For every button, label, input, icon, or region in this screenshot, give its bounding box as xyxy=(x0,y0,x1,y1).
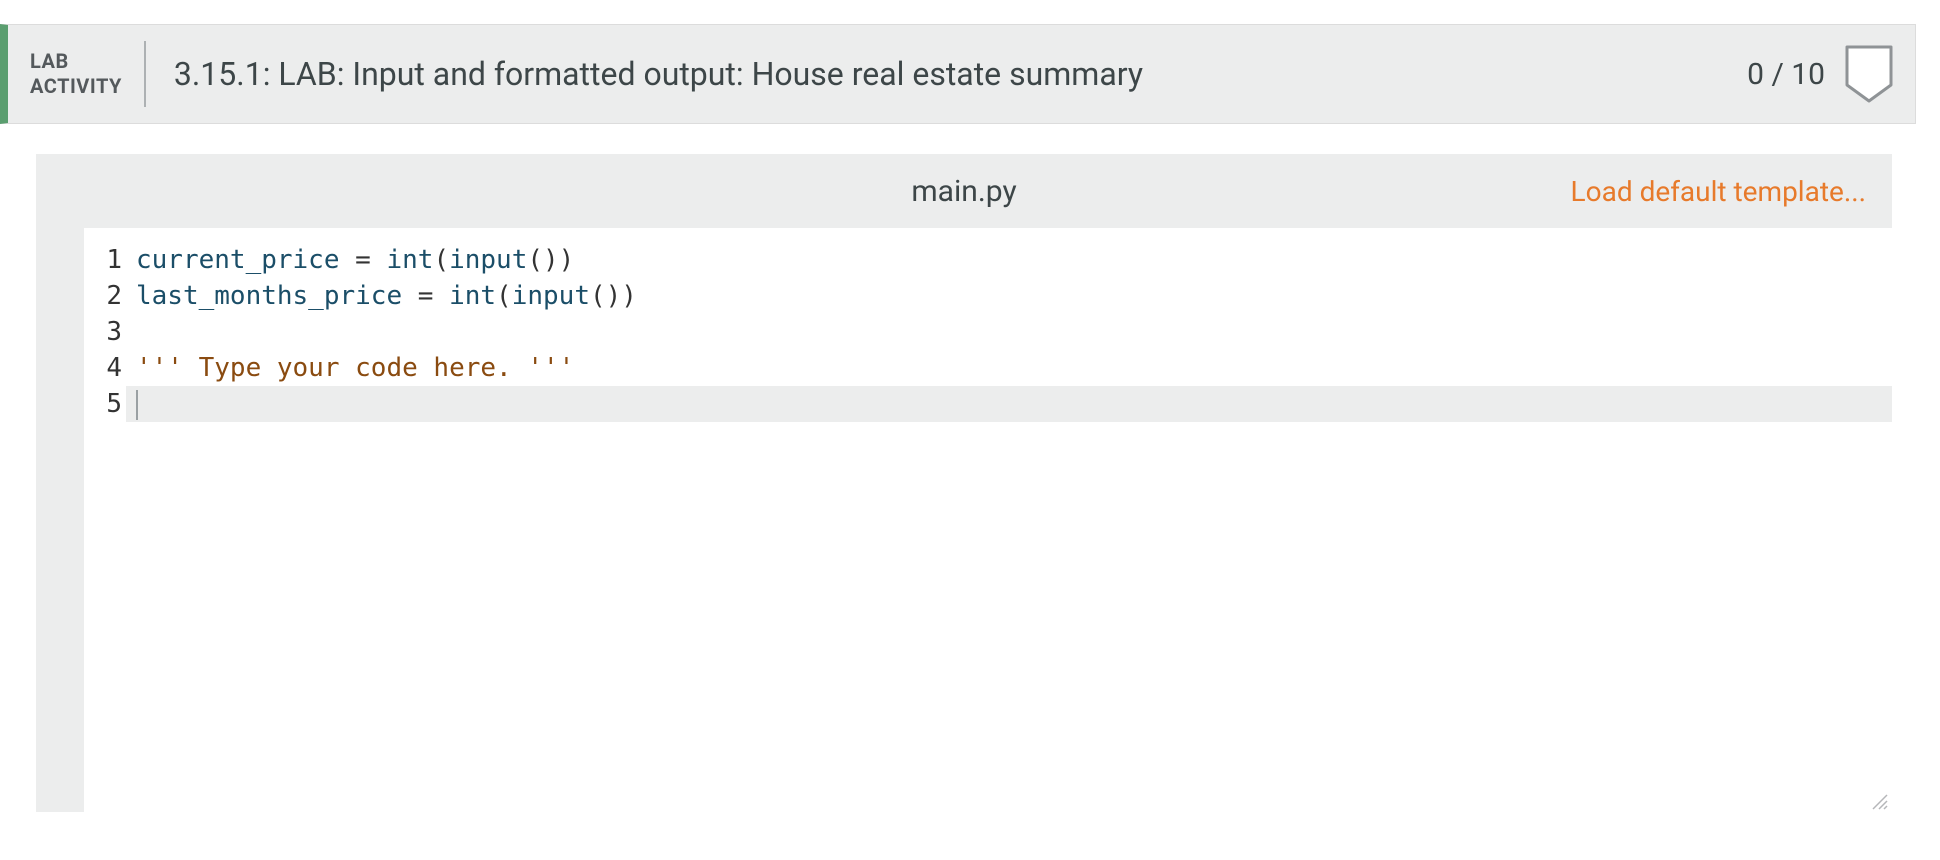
line-number: 1 xyxy=(84,242,126,278)
badge-line2: ACTIVITY xyxy=(30,74,122,99)
file-header: main.py Load default template... xyxy=(36,154,1892,228)
badge-line1: LAB xyxy=(30,49,122,74)
line-number: 3 xyxy=(84,314,126,350)
code-token: input xyxy=(449,245,527,275)
code-token: last_months_price xyxy=(136,281,402,311)
line-number: 4 xyxy=(84,350,126,386)
code-token: ()) xyxy=(527,245,574,275)
text-cursor xyxy=(136,390,138,420)
line-number-column: 12345 xyxy=(84,228,126,812)
code-token: ( xyxy=(496,281,512,311)
code-line[interactable]: current_price = int(input()) xyxy=(136,242,1892,278)
line-number: 5 xyxy=(84,386,126,422)
lab-activity-badge: LAB ACTIVITY xyxy=(8,41,146,107)
code-editor[interactable]: 12345 current_price = int(input())last_m… xyxy=(36,228,1892,812)
file-name: main.py xyxy=(911,174,1016,209)
code-line[interactable]: ''' Type your code here. ''' xyxy=(136,350,1892,386)
code-line[interactable]: last_months_price = int(input()) xyxy=(136,278,1892,314)
bookmark-icon[interactable] xyxy=(1843,45,1895,103)
line-number: 2 xyxy=(84,278,126,314)
editor-gutter xyxy=(36,228,84,812)
code-line[interactable] xyxy=(126,386,1892,422)
load-default-template-link[interactable]: Load default template... xyxy=(1571,175,1892,208)
code-area[interactable]: current_price = int(input())last_months_… xyxy=(126,228,1892,812)
code-token: int xyxy=(449,281,496,311)
code-token: = xyxy=(402,281,449,311)
lab-header: LAB ACTIVITY 3.15.1: LAB: Input and form… xyxy=(0,24,1916,124)
code-token: = xyxy=(340,245,387,275)
resize-handle-icon[interactable] xyxy=(1870,792,1888,810)
code-token: ''' Type your code here. ''' xyxy=(136,353,574,383)
code-token: current_price xyxy=(136,245,340,275)
code-token: ()) xyxy=(590,281,637,311)
code-token: ( xyxy=(433,245,449,275)
code-token: input xyxy=(512,281,590,311)
lab-score: 0 / 10 xyxy=(1747,57,1843,92)
code-token: int xyxy=(386,245,433,275)
lab-title: 3.15.1: LAB: Input and formatted output:… xyxy=(146,55,1747,93)
code-line[interactable] xyxy=(136,314,1892,350)
